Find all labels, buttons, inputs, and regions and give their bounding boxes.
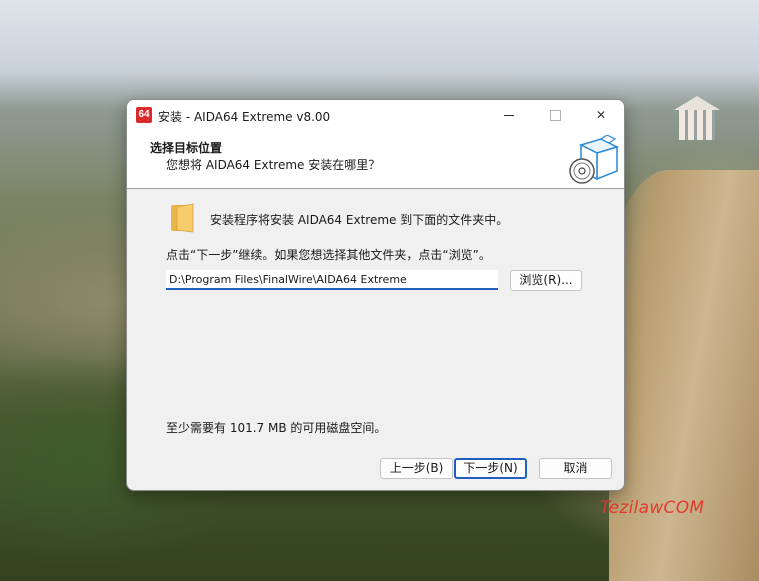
- next-button[interactable]: 下一步(N): [454, 458, 527, 479]
- background-cliff: [609, 170, 759, 581]
- aida64-app-icon: 64: [136, 107, 152, 123]
- maximize-button[interactable]: [532, 100, 578, 131]
- back-button[interactable]: 上一步(B): [380, 458, 453, 479]
- folder-icon: [171, 203, 194, 233]
- watermark-text: TezilawCOM: [600, 498, 705, 518]
- wizard-footer: 上一步(B) 下一步(N) 取消: [127, 453, 624, 490]
- page-title: 选择目标位置: [150, 141, 223, 155]
- background-tower: [674, 96, 720, 144]
- close-icon: ✕: [595, 108, 607, 122]
- minimize-icon: [504, 115, 514, 116]
- cancel-button[interactable]: 取消: [539, 458, 612, 479]
- close-button[interactable]: ✕: [578, 100, 624, 131]
- page-subtitle: 您想将 AIDA64 Extreme 安装在哪里？: [166, 158, 381, 172]
- minimize-button[interactable]: [486, 100, 532, 131]
- wizard-header: 选择目标位置 您想将 AIDA64 Extreme 安装在哪里？: [127, 131, 624, 189]
- wizard-content: 安装程序将安装 AIDA64 Extreme 到下面的文件夹中。 点击“下一步”…: [127, 189, 624, 453]
- browse-button[interactable]: 浏览(R)...: [510, 270, 582, 291]
- installer-dialog: 64 安装 - AIDA64 Extreme v8.00 ✕ 选择目标位置 您想…: [126, 99, 625, 491]
- disk-space-text: 至少需要有 101.7 MB 的可用磁盘空间。: [166, 421, 387, 435]
- install-box-icon: [569, 135, 619, 184]
- title-bar[interactable]: 64 安装 - AIDA64 Extreme v8.00 ✕: [127, 100, 624, 131]
- maximize-icon: [550, 110, 561, 121]
- folder-description: 安装程序将安装 AIDA64 Extreme 到下面的文件夹中。: [210, 213, 509, 227]
- window-title: 安装 - AIDA64 Extreme v8.00: [158, 110, 331, 124]
- instruction-text: 点击“下一步”继续。如果您想选择其他文件夹，点击“浏览”。: [166, 248, 491, 262]
- install-path-input[interactable]: [166, 270, 498, 290]
